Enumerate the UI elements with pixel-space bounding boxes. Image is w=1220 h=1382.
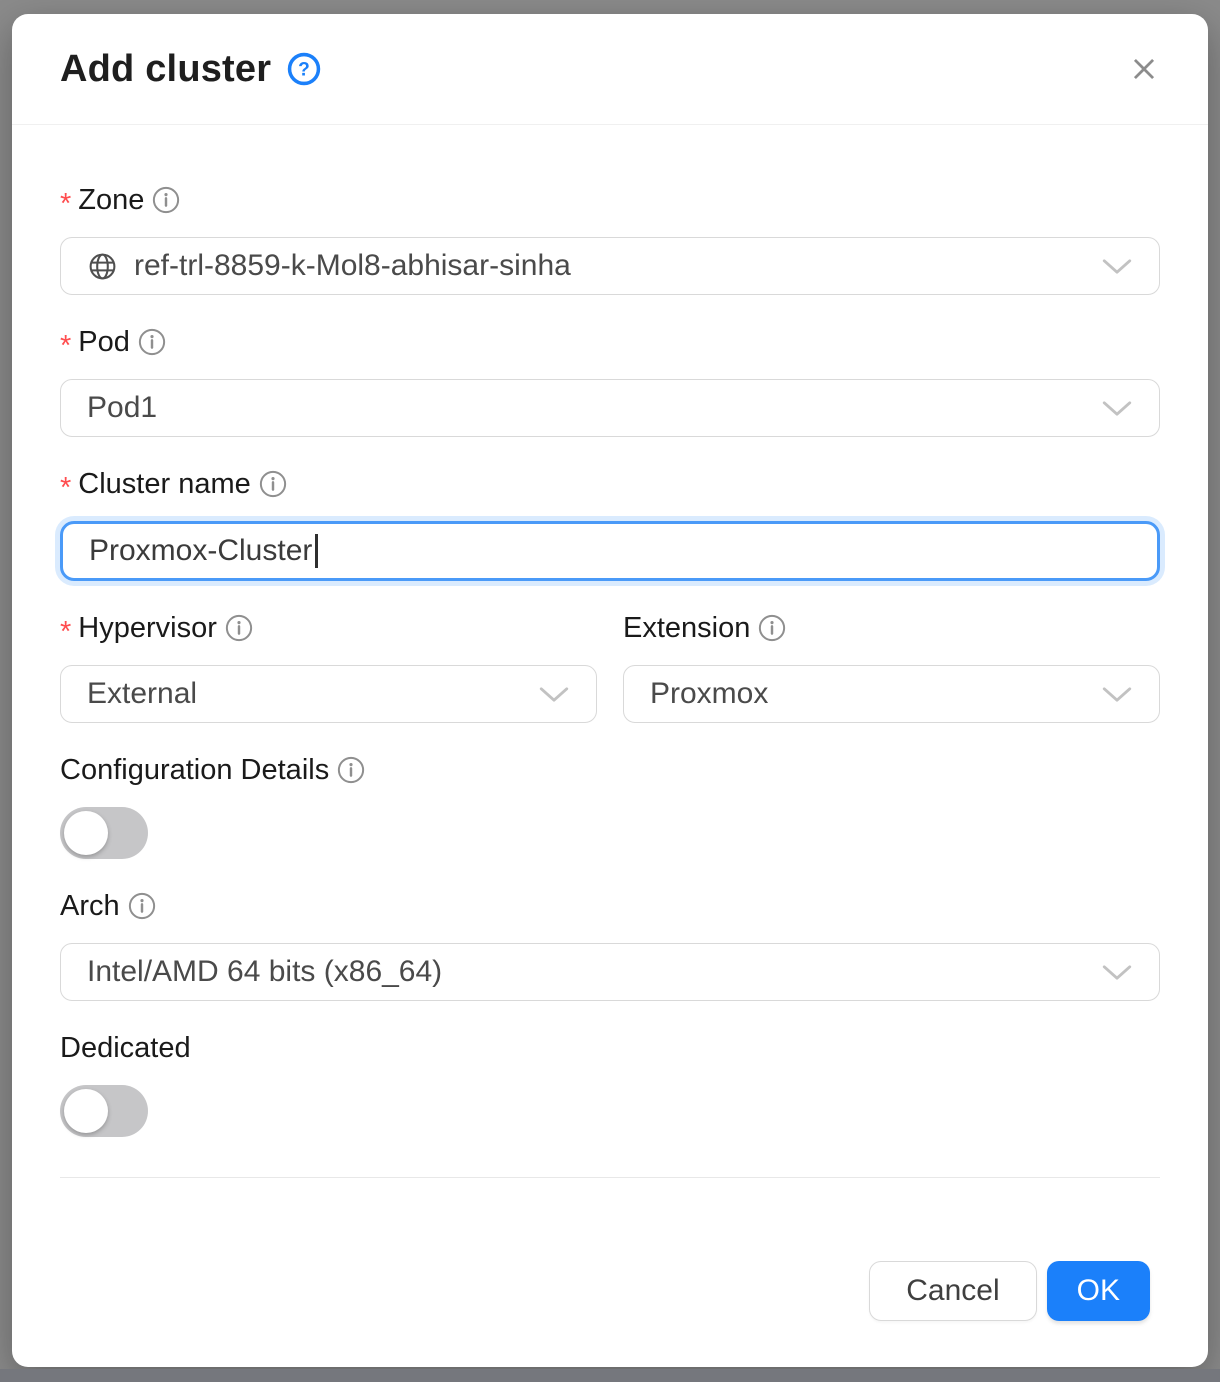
info-circle-icon[interactable]	[337, 756, 365, 784]
required-marker: *	[60, 332, 71, 361]
zone-select-value: ref-trl-8859-k-Mol8-abhisar-sinha	[134, 249, 1089, 283]
ok-button[interactable]: OK	[1047, 1261, 1150, 1321]
cluster-name-input[interactable]: Proxmox-Cluster	[60, 521, 1160, 581]
chevron-down-icon	[1101, 686, 1133, 703]
cluster-name-label: Cluster name	[78, 465, 250, 503]
add-cluster-dialog: Add cluster ? * Zone	[12, 14, 1208, 1367]
info-circle-icon[interactable]	[758, 614, 786, 642]
zone-field: * Zone ref-t	[60, 181, 1160, 295]
dialog-title: Add cluster	[60, 48, 271, 91]
globe-icon	[87, 251, 118, 282]
required-marker: *	[60, 618, 71, 647]
chevron-down-icon	[538, 686, 570, 703]
extension-field: Extension Proxmox	[623, 609, 1160, 723]
chevron-down-icon	[1101, 400, 1133, 417]
zone-select[interactable]: ref-trl-8859-k-Mol8-abhisar-sinha	[60, 237, 1160, 295]
hypervisor-select[interactable]: External	[60, 665, 597, 723]
dialog-body: * Zone ref-t	[12, 125, 1208, 1178]
arch-label: Arch	[60, 887, 120, 925]
info-circle-icon[interactable]	[152, 186, 180, 214]
hypervisor-field: * Hypervisor External	[60, 609, 597, 723]
dialog-header: Add cluster ?	[12, 14, 1208, 125]
chevron-down-icon	[1101, 258, 1133, 275]
configuration-details-label: Configuration Details	[60, 751, 329, 789]
cluster-name-value: Proxmox-Cluster	[89, 534, 312, 568]
required-marker: *	[60, 474, 71, 503]
svg-text:?: ?	[298, 60, 310, 81]
page-bottom-strip	[0, 1369, 1220, 1382]
arch-select-value: Intel/AMD 64 bits (x86_64)	[87, 955, 1089, 989]
close-icon[interactable]	[1124, 49, 1164, 89]
dedicated-toggle[interactable]	[60, 1085, 148, 1137]
pod-field: * Pod Pod1	[60, 323, 1160, 437]
pod-label-row: * Pod	[60, 323, 1160, 361]
toggle-knob	[64, 1089, 108, 1133]
hypervisor-label-row: * Hypervisor	[60, 609, 597, 647]
zone-label-row: * Zone	[60, 181, 1160, 219]
info-circle-icon[interactable]	[138, 328, 166, 356]
chevron-down-icon	[1101, 964, 1133, 981]
hypervisor-extension-row: * Hypervisor External	[60, 609, 1160, 723]
dialog-footer: Cancel OK	[12, 1178, 1208, 1321]
extension-label-row: Extension	[623, 609, 1160, 647]
zone-label: Zone	[78, 181, 144, 219]
pod-select[interactable]: Pod1	[60, 379, 1160, 437]
info-circle-icon[interactable]	[128, 892, 156, 920]
text-caret	[315, 534, 318, 568]
arch-select[interactable]: Intel/AMD 64 bits (x86_64)	[60, 943, 1160, 1001]
pod-select-value: Pod1	[87, 391, 1089, 425]
required-marker: *	[60, 190, 71, 219]
cluster-name-field: * Cluster name Proxmox-Cluster	[60, 465, 1160, 581]
extension-select-value: Proxmox	[650, 677, 1089, 711]
pod-label: Pod	[78, 323, 130, 361]
question-circle-icon[interactable]: ?	[287, 52, 321, 86]
arch-label-row: Arch	[60, 887, 1160, 925]
cluster-name-label-row: * Cluster name	[60, 465, 1160, 503]
info-circle-icon[interactable]	[259, 470, 287, 498]
configuration-details-toggle[interactable]	[60, 807, 148, 859]
hypervisor-label: Hypervisor	[78, 609, 217, 647]
cancel-button[interactable]: Cancel	[869, 1261, 1036, 1321]
configuration-details-label-row: Configuration Details	[60, 751, 1160, 789]
hypervisor-select-value: External	[87, 677, 526, 711]
toggle-knob	[64, 811, 108, 855]
dedicated-field: Dedicated	[60, 1029, 1160, 1137]
extension-select[interactable]: Proxmox	[623, 665, 1160, 723]
dedicated-label: Dedicated	[60, 1029, 191, 1067]
dedicated-label-row: Dedicated	[60, 1029, 1160, 1067]
info-circle-icon[interactable]	[225, 614, 253, 642]
arch-field: Arch Intel/AMD 64 bits (x86_64)	[60, 887, 1160, 1001]
extension-label: Extension	[623, 609, 750, 647]
configuration-details-field: Configuration Details	[60, 751, 1160, 859]
